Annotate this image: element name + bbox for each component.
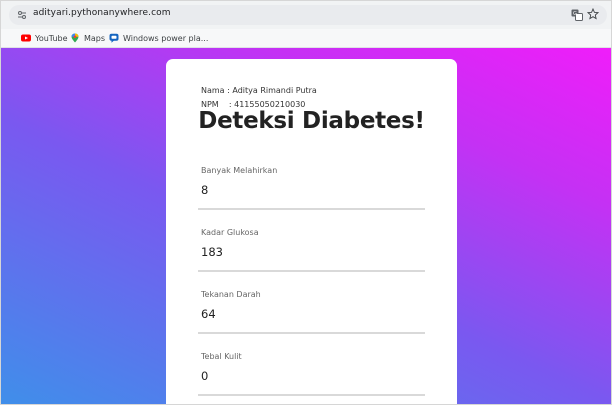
field-label: Tekanan Darah bbox=[201, 290, 261, 299]
field-label: Kadar Glukosa bbox=[201, 228, 259, 237]
windows-chat-icon bbox=[109, 33, 119, 43]
input-underline bbox=[198, 208, 425, 210]
address-bar[interactable]: adityari.pythonanywhere.com G bbox=[9, 5, 607, 25]
page-background: Nama : Aditya Rimandi Putra NPM : 411550… bbox=[1, 48, 611, 404]
translate-icon[interactable]: G bbox=[571, 9, 583, 21]
field-input[interactable]: 183 bbox=[201, 245, 223, 259]
input-underline bbox=[198, 332, 425, 334]
youtube-icon bbox=[21, 34, 31, 42]
page-title: Deteksi Diabetes! bbox=[198, 108, 425, 134]
bookmark-label: Windows power pla... bbox=[123, 33, 209, 43]
input-underline bbox=[198, 394, 425, 396]
bookmark-maps[interactable]: Maps bbox=[70, 31, 105, 45]
browser-toolbar: adityari.pythonanywhere.com G bbox=[1, 1, 611, 29]
svg-text:G: G bbox=[573, 11, 577, 17]
url-text[interactable]: adityari.pythonanywhere.com bbox=[33, 8, 171, 18]
field-input[interactable]: 0 bbox=[201, 369, 208, 383]
bookmarks-bar: YouTube Maps Windows power pla... bbox=[1, 29, 611, 48]
student-name: Nama : Aditya Rimandi Putra bbox=[201, 86, 317, 95]
form-card: Nama : Aditya Rimandi Putra NPM : 411550… bbox=[166, 59, 457, 404]
browser-window: adityari.pythonanywhere.com G YouTube Ma… bbox=[0, 0, 612, 405]
input-underline bbox=[198, 270, 425, 272]
bookmark-youtube[interactable]: YouTube bbox=[21, 31, 68, 45]
bookmark-star-icon[interactable] bbox=[587, 8, 599, 20]
maps-icon bbox=[71, 33, 79, 43]
field-label: Banyak Melahirkan bbox=[201, 166, 278, 175]
field-input[interactable]: 8 bbox=[201, 183, 208, 197]
field-label: Tebal Kulit bbox=[201, 352, 242, 361]
bookmark-label: Maps bbox=[84, 33, 106, 43]
site-settings-icon[interactable] bbox=[17, 10, 27, 20]
bookmark-windows-power-plan[interactable]: Windows power pla... bbox=[109, 31, 208, 45]
field-input[interactable]: 64 bbox=[201, 307, 216, 321]
bookmark-label: YouTube bbox=[35, 33, 68, 43]
